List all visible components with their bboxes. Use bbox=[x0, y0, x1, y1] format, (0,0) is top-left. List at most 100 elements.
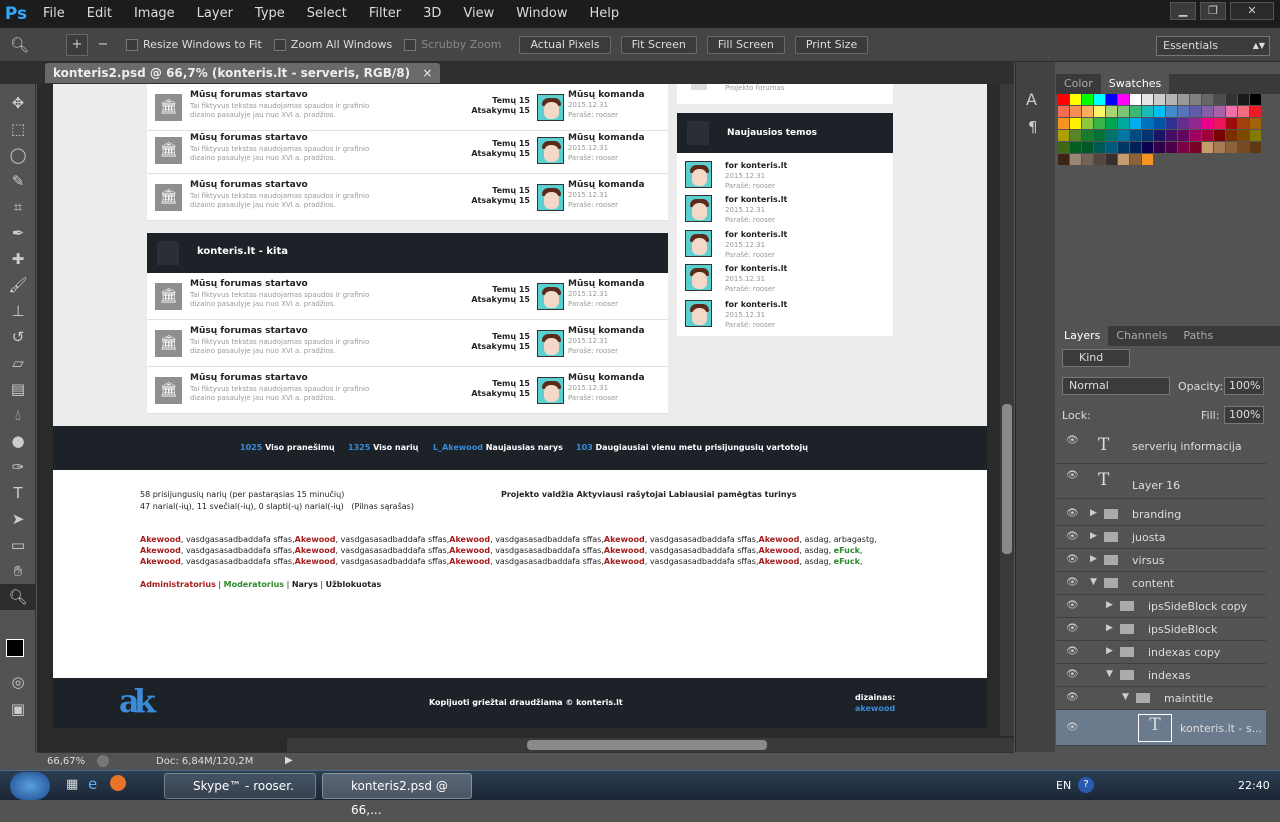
eye-icon[interactable]: 👁︎ bbox=[1066, 692, 1079, 703]
path-select-tool-icon[interactable]: ➤ bbox=[0, 506, 36, 532]
shape-tool-icon[interactable]: ▭ bbox=[0, 532, 36, 558]
eye-icon[interactable]: 👁︎ bbox=[1066, 470, 1079, 481]
color-swatch[interactable] bbox=[1238, 142, 1249, 153]
dodge-tool-icon[interactable]: ● bbox=[0, 428, 36, 454]
stat-links[interactable]: Projekto valdžia Aktyviausi rašytojai La… bbox=[501, 490, 797, 499]
color-swatch[interactable] bbox=[1106, 94, 1117, 105]
screen-mode-icon[interactable]: ▣ bbox=[0, 696, 36, 722]
color-swatch[interactable] bbox=[1070, 94, 1081, 105]
layer-row-selected[interactable]: 👁︎ Tkonteris.lt - s... bbox=[1056, 710, 1266, 746]
quick-mask-icon[interactable]: ◎ bbox=[0, 669, 36, 695]
tab-layers[interactable]: Layers bbox=[1056, 326, 1109, 346]
document-canvas[interactable]: 🏛︎ Mūsų forumas startavo Tai fiktyvus te… bbox=[53, 84, 987, 728]
color-swatch[interactable] bbox=[1142, 130, 1153, 141]
color-swatch[interactable] bbox=[1082, 118, 1093, 129]
color-swatch[interactable] bbox=[1070, 142, 1081, 153]
layer-group[interactable]: 👁︎ ▼ content bbox=[1056, 572, 1266, 595]
eye-icon[interactable]: 👁︎ bbox=[1066, 722, 1079, 733]
menu-image[interactable]: Image bbox=[123, 0, 186, 28]
gradient-tool-icon[interactable]: ▤ bbox=[0, 376, 36, 402]
swatches-grid[interactable] bbox=[1058, 94, 1261, 190]
eye-icon[interactable]: 👁︎ bbox=[1066, 554, 1079, 565]
color-swatch[interactable] bbox=[1118, 142, 1129, 153]
color-swatch[interactable] bbox=[1226, 118, 1237, 129]
legend-admin[interactable]: Administratorius bbox=[140, 580, 216, 589]
eye-icon[interactable]: 👁︎ bbox=[1066, 623, 1079, 634]
tab-paths[interactable]: Paths bbox=[1175, 326, 1221, 346]
layer-row[interactable]: 👁︎ Tserverių informacija bbox=[1056, 430, 1266, 464]
color-swatch[interactable] bbox=[1094, 154, 1105, 165]
color-swatch[interactable] bbox=[1130, 142, 1141, 153]
color-swatch[interactable] bbox=[1142, 142, 1153, 153]
eye-icon[interactable]: 👁︎ bbox=[1066, 600, 1079, 611]
eye-icon[interactable]: 👁︎ bbox=[1066, 531, 1079, 542]
layer-group[interactable]: 👁︎ ▶ ipsSideBlock copy bbox=[1056, 595, 1266, 618]
color-swatch[interactable] bbox=[1058, 142, 1069, 153]
color-swatch[interactable] bbox=[1166, 118, 1177, 129]
color-swatch[interactable] bbox=[1130, 154, 1141, 165]
zoom-out-icon[interactable]: − bbox=[92, 34, 114, 56]
tab-swatches[interactable]: Swatches bbox=[1100, 74, 1170, 94]
color-swatch[interactable] bbox=[1250, 118, 1261, 129]
color-swatch[interactable] bbox=[1154, 142, 1165, 153]
tab-color[interactable]: Color bbox=[1056, 74, 1101, 94]
quick-select-tool-icon[interactable]: ✎ bbox=[0, 168, 36, 194]
color-swatch[interactable] bbox=[1166, 142, 1177, 153]
opacity-input[interactable]: 100% bbox=[1224, 377, 1264, 395]
language-indicator[interactable]: EN bbox=[1056, 779, 1071, 792]
color-swatch[interactable] bbox=[1178, 142, 1189, 153]
color-swatch[interactable] bbox=[1058, 106, 1069, 117]
color-swatch[interactable] bbox=[1094, 142, 1105, 153]
crop-tool-icon[interactable]: ⌗ bbox=[0, 194, 36, 220]
color-swatch[interactable] bbox=[1082, 94, 1093, 105]
color-swatch[interactable] bbox=[1250, 130, 1261, 141]
resize-windows-checkbox[interactable]: Resize Windows to Fit bbox=[126, 38, 262, 51]
color-swatch[interactable] bbox=[1214, 118, 1225, 129]
close-button[interactable]: ✕ bbox=[1230, 2, 1274, 20]
color-swatch[interactable] bbox=[1202, 130, 1213, 141]
tab-close-icon[interactable]: × bbox=[422, 66, 432, 80]
color-swatch[interactable] bbox=[1166, 130, 1177, 141]
fit-screen-button[interactable]: Fit Screen bbox=[620, 35, 697, 54]
color-swatch[interactable] bbox=[1058, 118, 1069, 129]
color-swatch[interactable] bbox=[1166, 106, 1177, 117]
fill-input[interactable]: 100% bbox=[1224, 406, 1264, 424]
status-menu-arrow-icon[interactable]: ▶ bbox=[285, 755, 293, 766]
foreground-color-swatch[interactable] bbox=[6, 639, 24, 657]
legend-mod[interactable]: Moderatorius bbox=[224, 580, 284, 589]
color-swatch[interactable] bbox=[1118, 118, 1129, 129]
color-swatch[interactable] bbox=[1082, 142, 1093, 153]
character-panel-icon[interactable]: A bbox=[1026, 90, 1037, 109]
color-swatch[interactable] bbox=[1130, 130, 1141, 141]
horizontal-scrollbar[interactable] bbox=[287, 738, 1014, 752]
color-swatch[interactable] bbox=[1202, 94, 1213, 105]
color-swatch[interactable] bbox=[1142, 118, 1153, 129]
color-swatch[interactable] bbox=[1238, 94, 1249, 105]
pen-tool-icon[interactable]: ✑ bbox=[0, 454, 36, 480]
forum-title[interactable]: Mūsų forumas startavo bbox=[190, 373, 308, 383]
color-swatch[interactable] bbox=[1070, 154, 1081, 165]
color-swatch[interactable] bbox=[1082, 130, 1093, 141]
latest-item[interactable]: for konteris.lt 2015.12.31 Parašė: rooser bbox=[677, 157, 893, 192]
eye-icon[interactable]: 👁︎ bbox=[1066, 508, 1079, 519]
color-swatch[interactable] bbox=[1058, 154, 1069, 165]
taskbar-photoshop[interactable]: konteris2.psd @ 66,... bbox=[322, 773, 472, 817]
color-swatch[interactable] bbox=[1190, 130, 1201, 141]
legend-member[interactable]: Narys bbox=[292, 580, 318, 589]
color-swatch[interactable] bbox=[1250, 106, 1261, 117]
color-swatch[interactable] bbox=[1118, 94, 1129, 105]
color-swatch[interactable] bbox=[1142, 106, 1153, 117]
color-swatch[interactable] bbox=[1178, 106, 1189, 117]
color-swatch[interactable] bbox=[1130, 94, 1141, 105]
document-tab[interactable]: konteris2.psd @ 66,7% (konteris.lt - ser… bbox=[45, 63, 441, 83]
color-swatch[interactable] bbox=[1094, 118, 1105, 129]
latest-item[interactable]: for konteris.lt 2015.12.31 Parašė: rooser bbox=[677, 191, 893, 226]
color-swatch[interactable] bbox=[1214, 106, 1225, 117]
healing-tool-icon[interactable]: ✚ bbox=[0, 246, 36, 272]
color-swatch[interactable] bbox=[1118, 154, 1129, 165]
color-swatch[interactable] bbox=[1202, 142, 1213, 153]
color-swatch[interactable] bbox=[1202, 106, 1213, 117]
color-swatch[interactable] bbox=[1178, 130, 1189, 141]
side-top-label[interactable]: Projekto forumas bbox=[725, 84, 784, 92]
eye-icon[interactable]: 👁︎ bbox=[1066, 435, 1079, 446]
